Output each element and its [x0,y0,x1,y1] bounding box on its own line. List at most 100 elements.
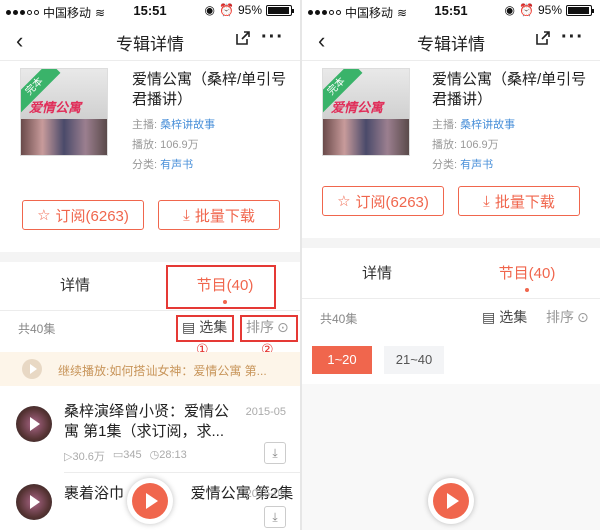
sort-button[interactable]: 排序 ⊙ [546,307,589,327]
download-icon: ⤓ [483,192,490,210]
tab-episodes-label: 节目(40) [498,265,556,282]
divider [302,298,600,299]
range-tab-1-20[interactable]: 1~20 [312,346,372,374]
section-gap [0,252,300,262]
album-cover[interactable]: 爱情公寓 完本 [322,68,410,156]
star-icon: ☆ [37,207,51,224]
album-cover[interactable]: 爱情公寓 完本 [20,68,108,156]
host-label: 主播: [132,119,158,131]
left-screenshot: 中国移动 ≋ 15:51 ◉ ⏰ 95% ‹ 专辑详情 ··· 爱情公寓 完本 … [0,0,300,530]
tab-episodes[interactable]: 节目(40) [452,250,600,298]
nav-bar: ‹ 专辑详情 ··· [0,20,300,60]
tab-details-label: 详情 [361,265,392,282]
battery-icon [566,4,594,16]
section-gap [302,238,600,248]
divider [0,60,300,61]
sort-down-icon: ⊙ [577,308,589,325]
track-thumbnail[interactable] [16,406,52,442]
star-icon: ☆ [337,193,351,210]
album-title: 爱情公寓（桑梓/单引号君播讲） [432,71,587,108]
album-info: 爱情公寓（桑梓/单引号君播讲） 主播: 桑梓讲故事 播放: 106.9万 分类:… [432,70,590,172]
active-tab-indicator [525,288,529,292]
annotation-box-episodes-tab [166,265,276,309]
subscribe-label: 订阅(6263) [355,193,429,211]
album-title: 爱情公寓（桑梓/单引号君播讲） [132,71,287,108]
continue-play-bar[interactable]: 继续播放:如何搭讪女神：爱情公寓 第... [0,352,300,386]
lock-rotation-icon: ◉ [504,3,516,17]
episode-count: 共40集 [18,322,56,336]
sort-label: 排序 [546,309,574,325]
share-icon[interactable] [234,29,252,47]
more-icon[interactable]: ··· [261,26,284,49]
battery-percent: 95% [537,3,562,17]
download-track-button[interactable]: ⤓ [264,442,286,464]
album-info: 爱情公寓（桑梓/单引号君播讲） 主播: 桑梓讲故事 播放: 106.9万 分类:… [132,70,290,172]
list-item[interactable]: 桑梓演绎曾小贤：爱情公寓 第1集（求订阅，求... 2015-05 ▷30.6万… [0,396,300,472]
status-bar: 中国移动 ≋ 15:51 ◉ ⏰ 95% [302,0,600,20]
category-label: 分类: [132,159,158,171]
batch-download-label: 批量下载 [494,193,555,211]
play-icon [132,483,168,519]
comment-icon: ▭ [112,449,124,461]
alarm-icon: ⏰ [219,3,234,17]
tab-details-label: 详情 [59,277,90,294]
divider [302,60,600,61]
cover-logo: 爱情公寓 [29,100,82,115]
nav-bar: ‹ 专辑详情 ··· [302,20,600,60]
download-icon: ⤓ [272,510,278,524]
cover-logo: 爱情公寓 [331,100,384,115]
annotation-box-sort [240,315,298,342]
track-date: 2015-05 [245,406,286,418]
tab-bar: 详情 节目(40) [302,250,600,298]
subscribe-button[interactable]: ☆ 订阅(6263) [22,200,144,230]
download-track-button[interactable]: ⤓ [264,506,286,528]
tab-details[interactable]: 详情 [0,262,150,310]
track-thumbnail[interactable] [16,484,52,520]
play-count: 106.9万 [160,139,199,151]
divider [0,310,300,311]
host-label: 主播: [432,119,458,131]
battery-icon [266,4,294,16]
play-icon [22,359,42,379]
batch-download-label: 批量下载 [194,207,255,225]
choose-episodes-button[interactable]: ▤ 选集 [482,307,527,327]
alarm-icon: ⏰ [519,3,534,17]
batch-download-button[interactable]: ⤓ 批量下载 [458,186,580,216]
download-icon: ⤓ [183,206,190,224]
subscribe-label: 订阅(6263) [55,207,129,225]
play-count: 106.9万 [460,139,499,151]
play-icon [433,483,469,519]
global-play-button[interactable] [127,478,173,524]
range-tab-21-40[interactable]: 21~40 [384,346,444,374]
divider [64,472,300,473]
track-date: 2015-05 [245,488,286,500]
host-link[interactable]: 桑梓讲故事 [460,119,515,131]
continue-play-text: 继续播放:如何搭讪女神：爱情公寓 第... [58,364,267,378]
global-play-button[interactable] [428,478,474,524]
track-title: 桑梓演绎曾小贤：爱情公寓 第1集（求订阅，求... [64,403,230,440]
list-header: 共40集 ▤ 选集 排序 ⊙ [302,302,600,332]
cover-image [21,119,107,155]
category-label: 分类: [432,159,458,171]
page-title: 专辑详情 [417,35,485,54]
subscribe-button[interactable]: ☆ 订阅(6263) [322,186,444,216]
host-link[interactable]: 桑梓讲故事 [160,119,215,131]
download-icon: ⤓ [272,446,278,460]
clock-icon: ◷ [149,449,160,461]
batch-download-button[interactable]: ⤓ 批量下载 [158,200,280,230]
plays-label: 播放: [132,139,158,151]
track-stats: ▷30.6万 ▭345 ◷28:13 [64,448,187,464]
lock-rotation-icon: ◉ [204,3,216,17]
category-link[interactable]: 有声书 [460,159,493,171]
status-bar: 中国移动 ≋ 15:51 ◉ ⏰ 95% [0,0,300,20]
annotation-box-choose [176,315,234,342]
battery-percent: 95% [237,3,262,17]
share-icon[interactable] [534,29,552,47]
tab-details[interactable]: 详情 [302,250,452,298]
category-link[interactable]: 有声书 [160,159,193,171]
plays-label: 播放: [432,139,458,151]
track-plays: 30.6万 [72,451,105,463]
more-icon[interactable]: ··· [561,26,584,49]
choose-label: 选集 [499,309,528,325]
page-title: 专辑详情 [116,35,184,54]
